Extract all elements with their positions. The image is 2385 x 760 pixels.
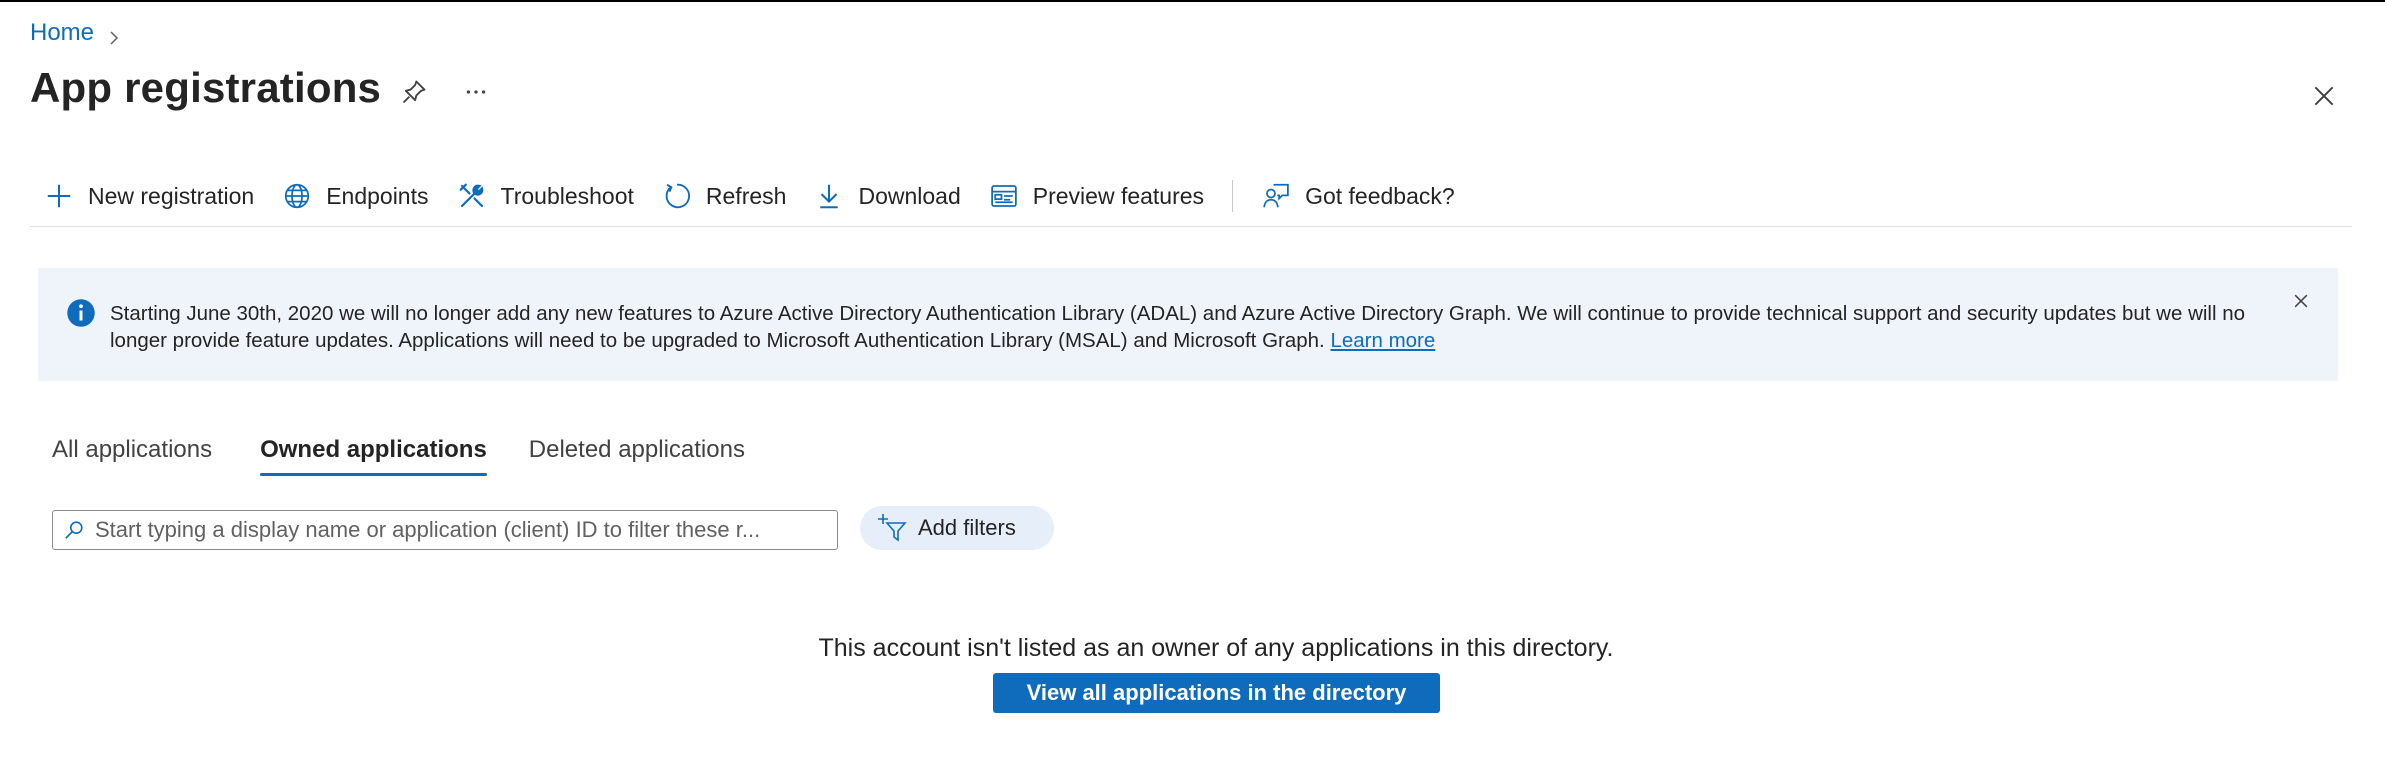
toolbar-separator xyxy=(1232,180,1234,212)
search-input[interactable] xyxy=(95,517,815,543)
wrench-icon xyxy=(459,183,483,208)
close-icon xyxy=(2294,294,2308,308)
toolbar-divider xyxy=(30,226,2352,227)
close-page-button[interactable] xyxy=(2306,78,2342,114)
view-all-applications-button[interactable]: View all applications in the directory xyxy=(993,673,1440,713)
troubleshoot-label: Troubleshoot xyxy=(500,182,634,209)
troubleshoot-button[interactable]: Troubleshoot xyxy=(443,172,648,220)
close-icon xyxy=(2314,86,2334,106)
chevron-right-icon xyxy=(106,25,122,45)
info-icon xyxy=(67,299,95,327)
command-bar: New registration Endpoints Troubleshoot … xyxy=(30,172,1469,220)
empty-state-message: This account isn't listed as an owner of… xyxy=(818,634,1614,662)
learn-more-link[interactable]: Learn more xyxy=(1330,329,1435,352)
title-actions xyxy=(398,76,492,108)
dismiss-banner-button[interactable] xyxy=(2288,288,2314,314)
feedback-icon xyxy=(1263,183,1289,208)
add-filter-icon xyxy=(878,514,907,542)
breadcrumb-home-link[interactable]: Home xyxy=(30,19,94,47)
download-button[interactable]: Download xyxy=(800,172,974,220)
download-icon xyxy=(820,184,839,209)
tab-owned-applications[interactable]: Owned applications xyxy=(260,430,487,480)
tab-deleted-applications[interactable]: Deleted applications xyxy=(529,430,745,480)
feedback-label: Got feedback? xyxy=(1305,182,1455,209)
preview-features-button[interactable]: Preview features xyxy=(975,172,1218,220)
endpoints-label: Endpoints xyxy=(326,182,429,209)
page-title: App registrations xyxy=(30,64,382,111)
add-filters-label: Add filters xyxy=(918,515,1016,540)
search-icon xyxy=(65,521,83,539)
application-tabs: All applications Owned applications Dele… xyxy=(52,430,745,480)
new-registration-label: New registration xyxy=(88,182,255,209)
refresh-label: Refresh xyxy=(705,182,787,209)
refresh-icon xyxy=(665,183,690,209)
feedback-button[interactable]: Got feedback? xyxy=(1247,172,1469,220)
plus-icon xyxy=(47,184,71,208)
banner-message: Starting June 30th, 2020 we will no long… xyxy=(110,302,2246,352)
tab-all-applications[interactable]: All applications xyxy=(52,430,212,480)
refresh-button[interactable]: Refresh xyxy=(648,172,801,220)
add-filters-button[interactable]: Add filters xyxy=(860,506,1054,550)
breadcrumb: Home xyxy=(30,18,122,48)
globe-icon xyxy=(285,183,310,209)
info-banner: Starting June 30th, 2020 we will no long… xyxy=(38,268,2338,381)
search-box[interactable] xyxy=(52,510,838,550)
download-label: Download xyxy=(858,182,961,209)
endpoints-button[interactable]: Endpoints xyxy=(268,172,442,220)
preview-features-label: Preview features xyxy=(1032,182,1205,209)
new-registration-button[interactable]: New registration xyxy=(30,172,268,220)
pin-icon[interactable] xyxy=(398,76,430,108)
more-options-icon[interactable] xyxy=(460,76,492,108)
preview-features-icon xyxy=(991,185,1017,207)
window-top-border xyxy=(0,0,2385,2)
